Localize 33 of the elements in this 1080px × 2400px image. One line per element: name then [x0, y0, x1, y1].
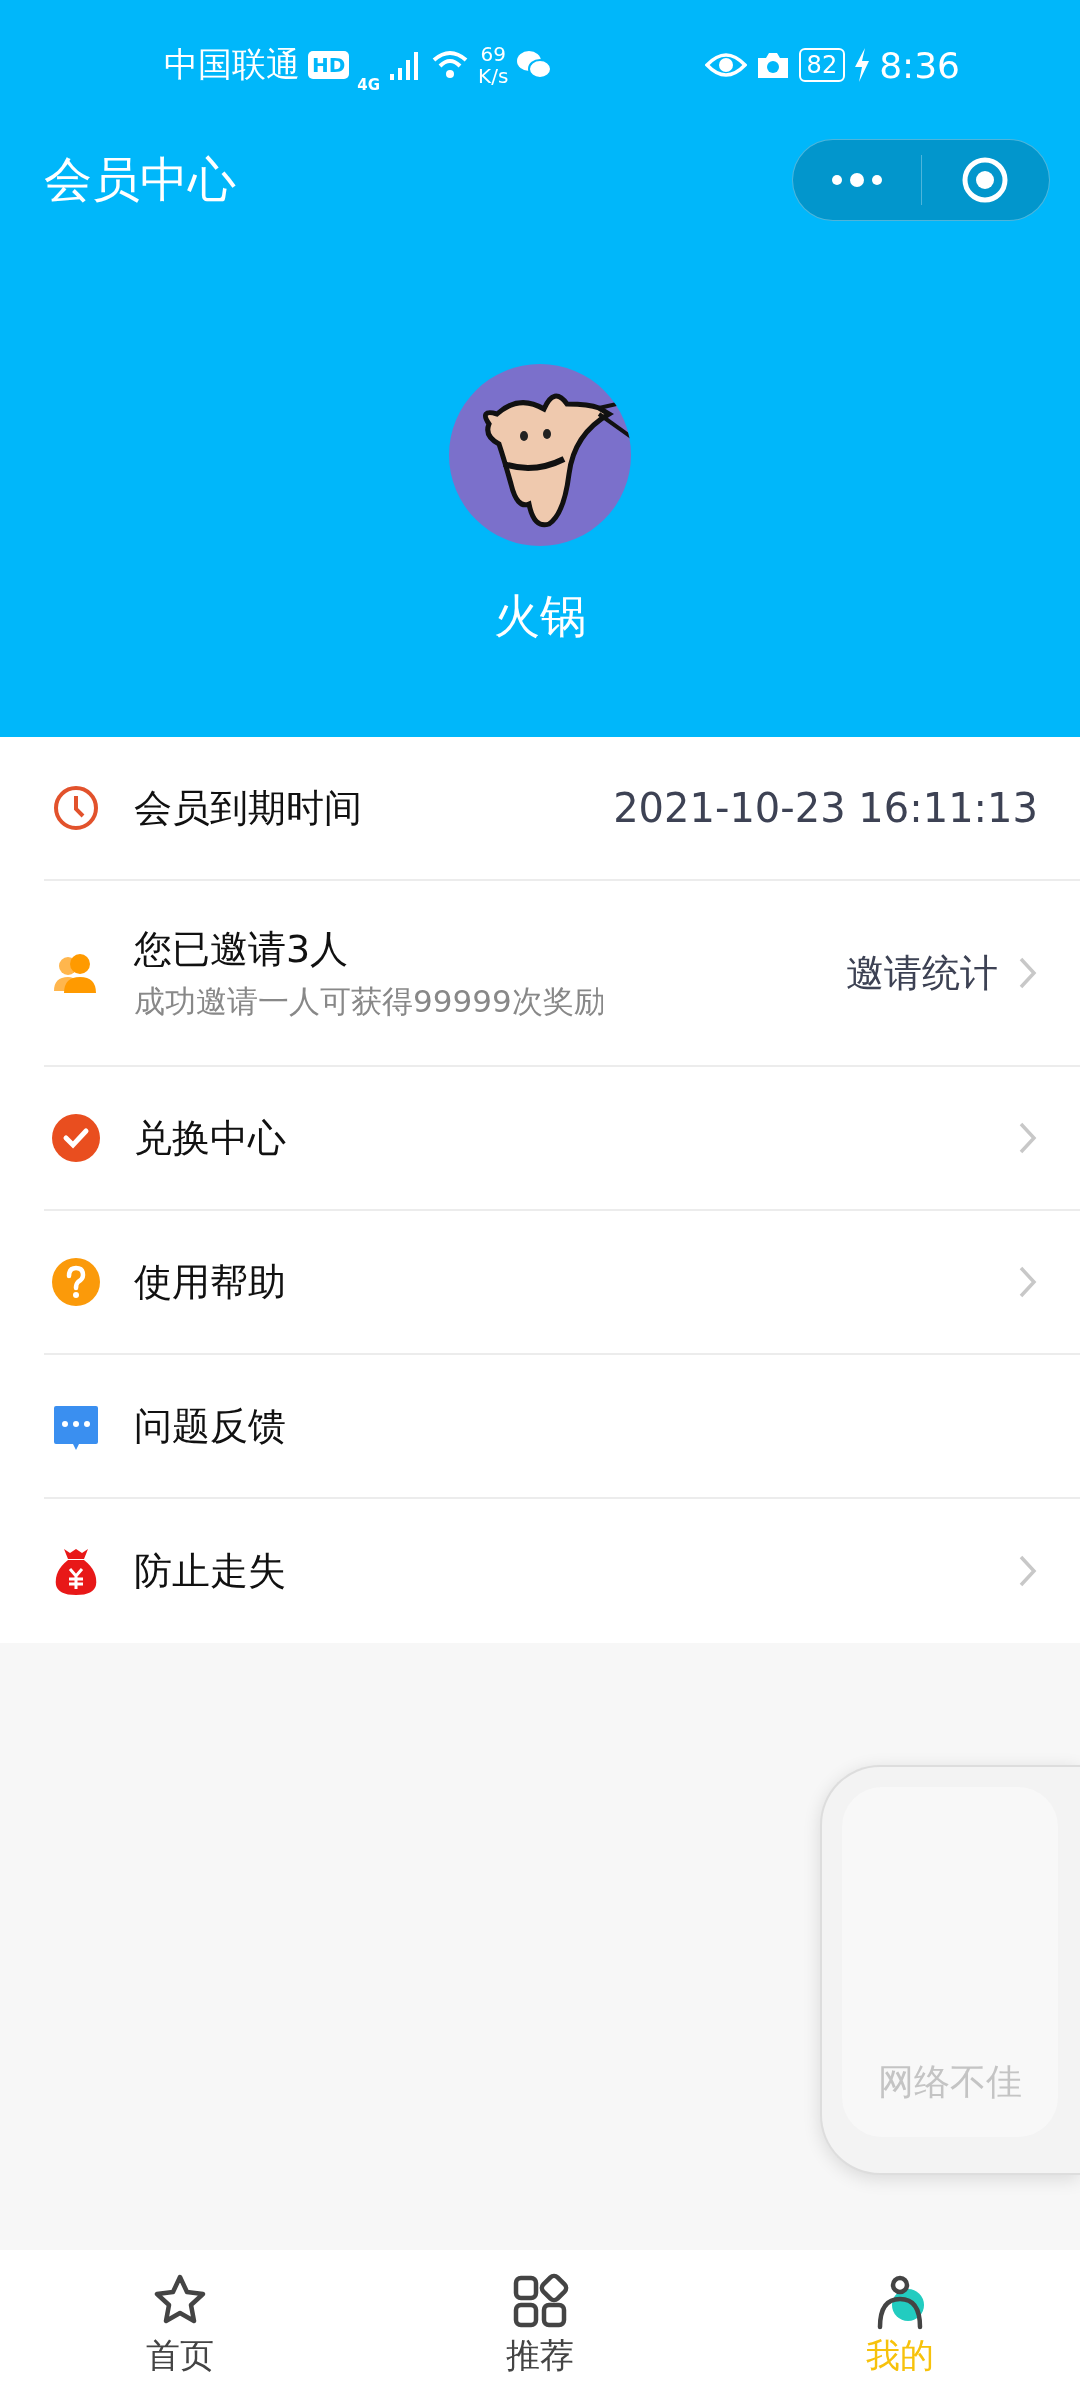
menu-row[interactable]: 兑换中心 [44, 1067, 1080, 1211]
menu-title: 使用帮助 [134, 1258, 286, 1306]
menu-title: 会员到期时间 [134, 784, 362, 832]
menu-row[interactable]: 使用帮助 [44, 1211, 1080, 1355]
user-name: 火锅 [494, 588, 586, 645]
menu-row[interactable]: 您已邀请3人 成功邀请一人可获得99999次奖励 邀请统计 [44, 881, 1080, 1067]
menu-row[interactable]: 防止走失 [44, 1499, 1080, 1643]
tab[interactable]: 首页 [0, 2250, 360, 2400]
menu-subtitle: 成功邀请一人可获得99999次奖励 [134, 981, 605, 1021]
eye-icon [704, 51, 747, 79]
tab[interactable]: 推荐 [360, 2250, 720, 2400]
menu-title: 防止走失 [134, 1547, 286, 1595]
speed-value: 69 [480, 43, 506, 65]
check-icon [52, 1114, 100, 1162]
menu-title: 兑换中心 [134, 1114, 286, 1162]
page-title: 会员中心 [44, 150, 236, 209]
network-type: 4G [357, 76, 381, 94]
menu-row[interactable]: 会员到期时间 2021-10-23 16:11:13 [44, 737, 1080, 881]
speed-unit: K/s [478, 65, 509, 87]
menu-title: 您已邀请3人 [134, 925, 350, 973]
battery-level: 82 [798, 48, 846, 82]
help-icon [52, 1258, 100, 1306]
lightning-icon [853, 48, 872, 82]
menu-title: 问题反馈 [134, 1402, 286, 1450]
invite-stats-link[interactable]: 邀请统计 [846, 947, 998, 999]
close-button[interactable] [961, 156, 1010, 204]
menu-row[interactable]: 问题反馈 [44, 1355, 1080, 1499]
clock-icon [52, 784, 100, 832]
hd-badge: HD [308, 51, 350, 79]
carrier-name: 中国联通 [164, 43, 300, 86]
target-icon [961, 156, 1010, 204]
clock-time: 8:36 [879, 44, 960, 86]
expiry-time: 2021-10-23 16:11:13 [613, 785, 1038, 831]
